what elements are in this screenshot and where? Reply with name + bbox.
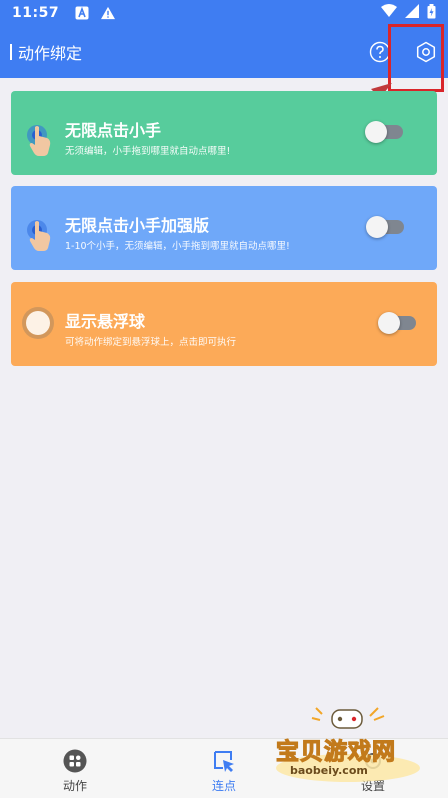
status-time: 11:57 bbox=[12, 5, 60, 21]
nav-item-actions[interactable]: 动作 bbox=[0, 739, 150, 798]
title-accent-bar bbox=[10, 44, 12, 60]
toggle-knob bbox=[366, 216, 388, 238]
toggle-knob bbox=[365, 121, 387, 143]
status-bar: 11:57 bbox=[0, 0, 448, 26]
tap-hand-icon bbox=[25, 218, 57, 254]
toggle-switch[interactable] bbox=[378, 312, 416, 334]
card-infinite-click-hand[interactable]: 无限点击小手 无须编辑，小手拖到哪里就自动点哪里! bbox=[11, 91, 437, 175]
toggle-switch[interactable] bbox=[365, 121, 403, 143]
nav-label: 连点 bbox=[211, 779, 236, 793]
warning-icon bbox=[101, 6, 116, 20]
battery-icon bbox=[427, 3, 436, 23]
cursor-click-icon bbox=[212, 749, 236, 773]
toggle-knob bbox=[378, 312, 400, 334]
settings-button[interactable] bbox=[414, 40, 438, 64]
app-bar-actions bbox=[368, 40, 438, 64]
notification-a-icon bbox=[75, 6, 89, 20]
wifi-icon bbox=[381, 4, 397, 22]
bottom-nav: 动作 连点 设置 bbox=[0, 738, 448, 798]
card-show-floating-ball[interactable]: 显示悬浮球 可将动作绑定到悬浮球上，点击即可执行 bbox=[11, 282, 437, 366]
card-infinite-click-hand-plus[interactable]: 无限点击小手加强版 1-10个小手，无须编辑，小手拖到哪里就自动点哪里! bbox=[11, 186, 437, 270]
card-description: 无须编辑，小手拖到哪里就自动点哪里! bbox=[65, 146, 231, 157]
help-icon bbox=[369, 41, 391, 63]
nav-label: 设置 bbox=[360, 779, 385, 793]
help-button[interactable] bbox=[368, 40, 392, 64]
card-title: 显示悬浮球 bbox=[65, 312, 146, 331]
app-bar: 动作绑定 bbox=[0, 26, 448, 78]
tap-hand-icon bbox=[25, 123, 57, 159]
grid-icon bbox=[63, 749, 87, 773]
signal-icon bbox=[405, 4, 419, 22]
nav-item-auto-click[interactable]: 连点 bbox=[149, 739, 299, 798]
floating-ball-icon bbox=[21, 306, 54, 342]
status-right bbox=[381, 3, 436, 23]
gear-icon bbox=[416, 41, 436, 63]
nav-item-settings[interactable]: 设置 bbox=[298, 739, 448, 798]
nav-label: 动作 bbox=[62, 779, 87, 793]
card-title: 无限点击小手 bbox=[65, 121, 162, 140]
card-description: 1-10个小手，无须编辑，小手拖到哪里就自动点哪里! bbox=[65, 241, 290, 252]
card-title: 无限点击小手加强版 bbox=[65, 216, 210, 235]
settings-nav-icon bbox=[361, 749, 385, 773]
toggle-switch[interactable] bbox=[366, 216, 404, 238]
page-title: 动作绑定 bbox=[18, 44, 83, 63]
card-description: 可将动作绑定到悬浮球上，点击即可执行 bbox=[65, 337, 237, 348]
app-bar-title-wrap: 动作绑定 bbox=[0, 40, 82, 64]
